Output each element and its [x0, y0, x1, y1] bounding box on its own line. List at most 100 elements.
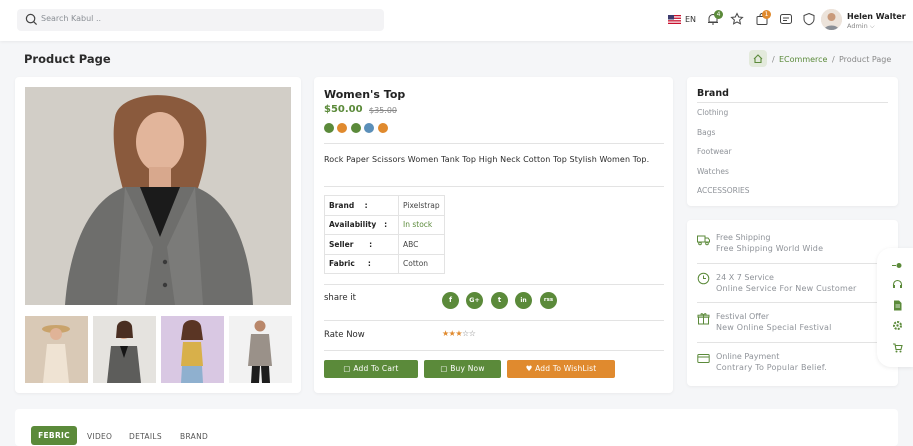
- search-icon: [25, 13, 38, 26]
- spec-separator: :: [384, 220, 388, 230]
- main-product-image[interactable]: [25, 87, 291, 305]
- service-title: Online Payment: [716, 352, 780, 361]
- top-header: Search Kabul .. EN 4 1 Helen Walter Admi…: [0, 0, 913, 41]
- product-name: Women's Top: [324, 88, 406, 101]
- table-row: Brand : Pixelstrap: [324, 195, 445, 216]
- headset-icon[interactable]: [892, 279, 903, 290]
- breadcrumb-ecommerce[interactable]: ECommerce: [779, 55, 827, 64]
- color-swatch[interactable]: [324, 123, 334, 133]
- breadcrumb-separator: /: [772, 55, 775, 64]
- us-flag-icon[interactable]: [668, 15, 681, 24]
- breadcrumb-separator: /: [832, 55, 835, 64]
- truck-icon: [697, 235, 710, 246]
- thumbnail-3[interactable]: [161, 316, 224, 383]
- user-avatar-icon: [821, 9, 842, 30]
- thumbnail-4[interactable]: [229, 316, 292, 383]
- divider: [697, 263, 888, 264]
- message-icon[interactable]: [779, 12, 793, 26]
- brand-link-watches[interactable]: Watches: [697, 167, 729, 176]
- spec-key: Brand :: [324, 195, 399, 216]
- spec-separator: :: [367, 259, 371, 269]
- tab-brand[interactable]: BRAND: [180, 432, 208, 441]
- service-subtitle: Online Service For New Customer: [716, 284, 857, 293]
- star-empty-icon[interactable]: ☆: [469, 329, 476, 338]
- spec-separator: :: [369, 239, 373, 249]
- spec-value: Cotton: [398, 253, 445, 274]
- thumbnail-image: [161, 316, 224, 383]
- brand-link-clothing[interactable]: Clothing: [697, 108, 728, 117]
- toggle-icon[interactable]: [892, 260, 903, 271]
- thumbnail-1[interactable]: [25, 316, 88, 383]
- rating-stars[interactable]: ★★★☆☆: [442, 329, 476, 338]
- card-icon: [697, 354, 710, 363]
- stock-status: In stock: [398, 214, 445, 235]
- star-empty-icon[interactable]: ☆: [462, 329, 469, 338]
- spec-value: Pixelstrap: [398, 195, 445, 216]
- shield-icon[interactable]: [802, 12, 816, 26]
- tab-details[interactable]: DETAILS: [129, 432, 162, 441]
- user-role-label: Admin: [847, 22, 868, 30]
- divider: [324, 320, 664, 321]
- color-swatch[interactable]: [351, 123, 361, 133]
- tab-febric[interactable]: FEBRIC: [31, 426, 77, 445]
- thumbnail-2[interactable]: [93, 316, 156, 383]
- star-filled-icon[interactable]: ★: [442, 329, 449, 338]
- home-icon: [753, 54, 763, 64]
- spec-table: Brand : Pixelstrap Availability : In sto…: [324, 195, 445, 274]
- add-to-wishlist-button[interactable]: ♥ Add To WishList: [507, 360, 615, 378]
- breadcrumb-current: Product Page: [839, 55, 892, 64]
- thumbnail-image: [229, 316, 292, 383]
- color-swatch[interactable]: [337, 123, 347, 133]
- table-row: Fabric : Cotton: [324, 253, 445, 274]
- user-role[interactable]: Admin ⌵: [847, 22, 875, 31]
- buy-now-label: Buy Now: [450, 364, 485, 373]
- rss-icon[interactable]: rss: [540, 292, 557, 309]
- product-old-price: $35.00: [369, 106, 397, 115]
- twitter-icon[interactable]: t: [491, 292, 508, 309]
- thumbnail-image: [25, 316, 88, 383]
- divider: [697, 102, 888, 103]
- language-label[interactable]: EN: [685, 15, 696, 24]
- cart-badge: 1: [762, 10, 771, 19]
- spec-key-label: Fabric: [329, 259, 355, 269]
- spec-separator: :: [364, 200, 368, 210]
- add-to-cart-button[interactable]: ▢ Add To Cart: [324, 360, 418, 378]
- notification-badge: 4: [714, 10, 723, 19]
- instagram-icon[interactable]: in: [515, 292, 532, 309]
- search-input[interactable]: Search Kabul ..: [41, 14, 101, 23]
- spec-key-label: Availability: [329, 220, 377, 230]
- gift-icon: [697, 313, 710, 325]
- rate-label: Rate Now: [324, 330, 365, 340]
- divider: [324, 186, 664, 187]
- user-name[interactable]: Helen Walter: [847, 12, 906, 21]
- share-label: share it: [324, 293, 356, 303]
- spec-key-label: Brand: [329, 200, 355, 210]
- service-subtitle: New Online Special Festival: [716, 323, 832, 332]
- breadcrumb-home[interactable]: [749, 50, 767, 67]
- cart-check-icon[interactable]: [892, 342, 903, 353]
- tab-video[interactable]: VIDEO: [87, 432, 112, 441]
- google-plus-icon[interactable]: G+: [466, 292, 483, 309]
- search-bar[interactable]: Search Kabul ..: [17, 9, 384, 31]
- cart-icon: ▢: [343, 364, 351, 373]
- avatar[interactable]: [821, 9, 842, 30]
- spec-value: ABC: [398, 234, 445, 255]
- document-icon[interactable]: [892, 300, 903, 311]
- settings-gear-icon[interactable]: [892, 320, 903, 331]
- service-title: Festival Offer: [716, 312, 770, 321]
- color-swatch[interactable]: [378, 123, 388, 133]
- divider: [324, 143, 664, 144]
- star-icon[interactable]: [730, 12, 744, 26]
- facebook-icon[interactable]: f: [442, 292, 459, 309]
- divider: [697, 302, 888, 303]
- brand-link-footwear[interactable]: Footwear: [697, 147, 732, 156]
- color-swatch[interactable]: [364, 123, 374, 133]
- brand-link-accessories[interactable]: ACCESSORIES: [697, 186, 750, 195]
- star-filled-icon[interactable]: ★: [455, 329, 462, 338]
- thumbnail-image: [93, 316, 156, 383]
- service-title: Free Shipping: [716, 233, 771, 242]
- brand-link-bags[interactable]: Bags: [697, 128, 715, 137]
- buy-now-button[interactable]: ▢ Buy Now: [424, 360, 501, 378]
- spec-key: Availability :: [324, 214, 399, 235]
- table-row: Availability : In stock: [324, 214, 445, 235]
